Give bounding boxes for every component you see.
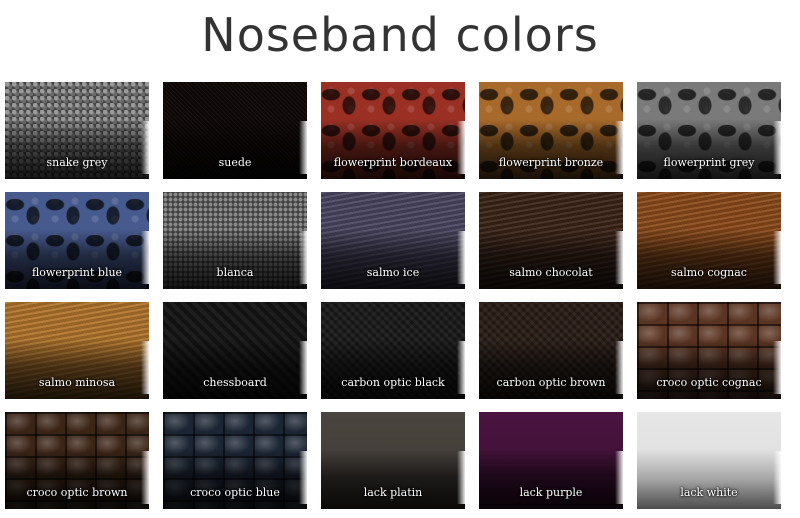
swatch-label: flowerprint bronze — [498, 156, 604, 169]
swatch-carbon-optic-brown[interactable]: carbon optic brown — [479, 302, 623, 399]
swatch-flowerprint-bordeaux[interactable]: flowerprint bordeaux — [321, 82, 465, 179]
swatch-label: croco optic cognac — [656, 376, 762, 389]
swatch-flowerprint-grey[interactable]: flowerprint grey — [637, 82, 781, 179]
swatch-label: salmo minosa — [38, 376, 116, 389]
swatch-salmo-ice[interactable]: salmo ice — [321, 192, 465, 289]
swatch-label: flowerprint grey — [663, 156, 755, 169]
swatch-lack-white[interactable]: lack white — [637, 412, 781, 509]
swatch-lack-purple[interactable]: lack purple — [479, 412, 623, 509]
swatch-label: blanca — [216, 266, 254, 279]
swatch-label: lack white — [680, 486, 738, 499]
swatch-label: chessboard — [203, 376, 267, 389]
swatch-label: salmo cognac — [671, 266, 747, 279]
swatch-salmo-chocolat[interactable]: salmo chocolat — [479, 192, 623, 289]
swatch-label: suede — [218, 156, 252, 169]
swatch-label: croco optic brown — [26, 486, 128, 499]
swatch-carbon-optic-black[interactable]: carbon optic black — [321, 302, 465, 399]
swatch-label: lack platin — [363, 486, 423, 499]
page-title: Noseband colors — [201, 8, 599, 62]
swatch-flowerprint-bronze[interactable]: flowerprint bronze — [479, 82, 623, 179]
swatch-croco-optic-blue[interactable]: croco optic blue — [163, 412, 307, 509]
swatch-label: carbon optic black — [341, 376, 445, 389]
swatch-salmo-cognac[interactable]: salmo cognac — [637, 192, 781, 289]
swatch-grid: snake grey suede flowerprint bordeaux fl… — [5, 82, 795, 512]
swatch-label: carbon optic brown — [496, 376, 606, 389]
swatch-label: flowerprint blue — [31, 266, 123, 279]
swatch-label: flowerprint bordeaux — [333, 156, 453, 169]
swatch-flowerprint-blue[interactable]: flowerprint blue — [5, 192, 149, 289]
swatch-label: croco optic blue — [190, 486, 280, 499]
swatch-label: snake grey — [46, 156, 108, 169]
swatch-label: lack purple — [519, 486, 583, 499]
swatch-salmo-minosa[interactable]: salmo minosa — [5, 302, 149, 399]
swatch-suede[interactable]: suede — [163, 82, 307, 179]
swatch-croco-optic-cognac[interactable]: croco optic cognac — [637, 302, 781, 399]
swatch-snake-grey[interactable]: snake grey — [5, 82, 149, 179]
swatch-lack-platin[interactable]: lack platin — [321, 412, 465, 509]
swatch-blanca[interactable]: blanca — [163, 192, 307, 289]
swatch-label: salmo ice — [366, 266, 420, 279]
swatch-croco-optic-brown[interactable]: croco optic brown — [5, 412, 149, 509]
swatch-chessboard[interactable]: chessboard — [163, 302, 307, 399]
swatch-label: salmo chocolat — [509, 266, 593, 279]
